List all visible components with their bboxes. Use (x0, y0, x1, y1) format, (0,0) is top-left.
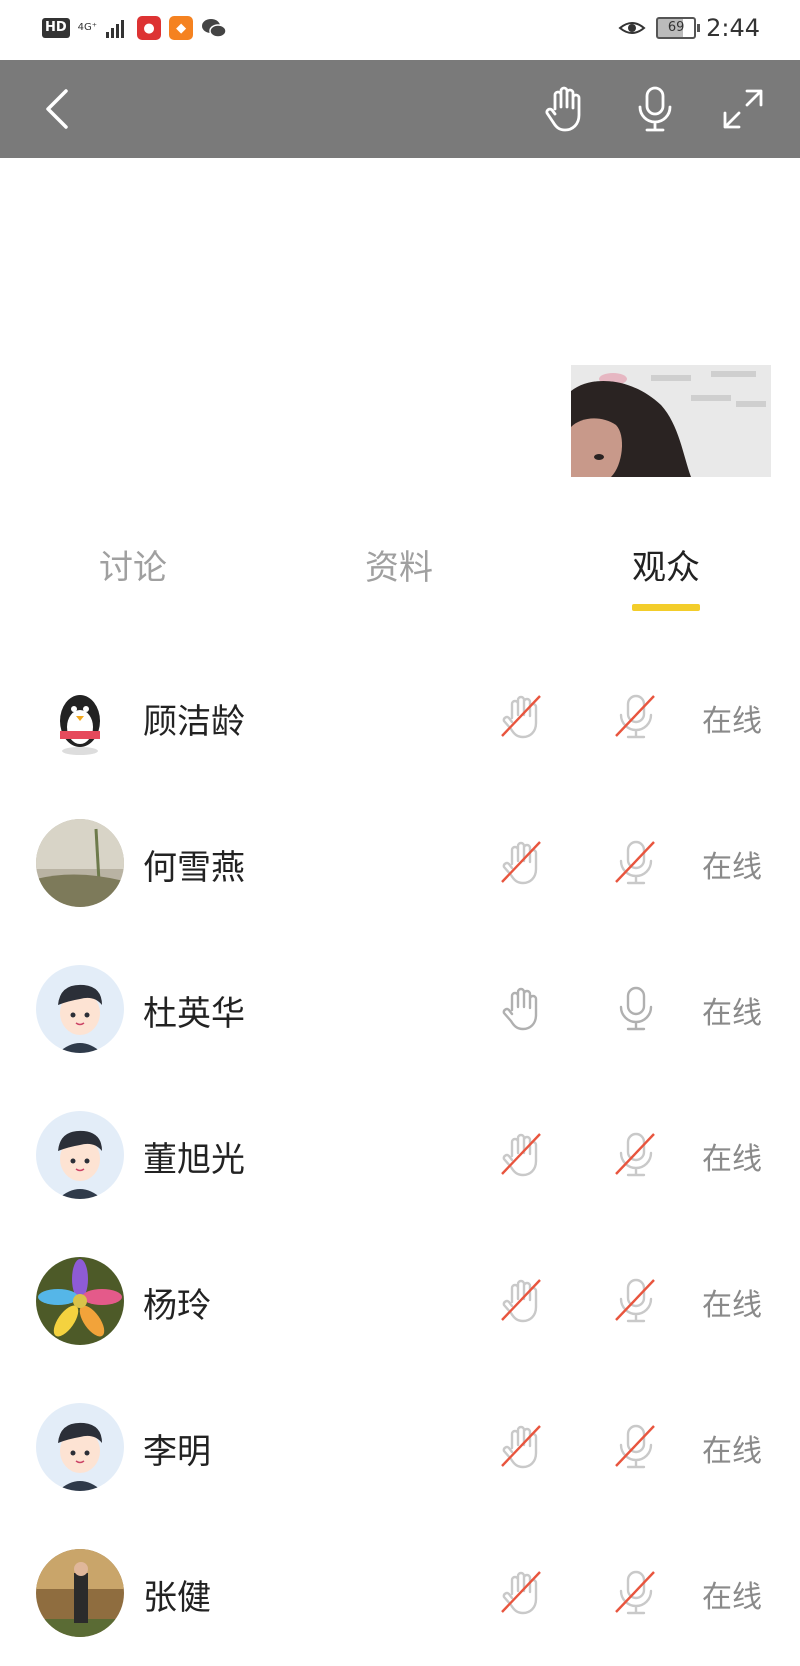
mic-disabled-icon[interactable] (614, 838, 658, 886)
mic-disabled-icon[interactable] (614, 1568, 658, 1616)
online-status: 在线 (702, 1580, 762, 1615)
fullscreen-button[interactable] (716, 82, 770, 136)
hand-disabled-icon[interactable] (498, 692, 546, 740)
hand-disabled-icon[interactable] (498, 1130, 546, 1178)
photo-avatar (36, 1549, 124, 1637)
tab-discussion[interactable]: 讨论 (63, 540, 203, 589)
microphone-icon[interactable] (614, 984, 658, 1032)
audience-row[interactable]: 董旭光 在线 (0, 1082, 800, 1228)
camera-preview-image (571, 365, 771, 477)
hd-indicator: HD (42, 18, 70, 38)
audience-row[interactable]: 李明 在线 (0, 1374, 800, 1520)
cartoon-boy-avatar (36, 1403, 124, 1491)
raise-hand-button[interactable] (538, 82, 592, 136)
hand-icon[interactable] (498, 984, 546, 1032)
flower-avatar-image (36, 1257, 124, 1345)
cartoon-boy-avatar-image (36, 965, 124, 1053)
mic-disabled-icon[interactable] (614, 1422, 658, 1470)
tab-audience[interactable]: 观众 (596, 540, 736, 589)
audience-name: 何雪燕 (143, 848, 245, 888)
penguin-avatar (36, 673, 124, 761)
status-bar: HD 4G⁺ ● ◆ 69 2:44 (0, 0, 800, 60)
hand-disabled-icon[interactable] (498, 1568, 546, 1616)
live-toolbar (0, 60, 800, 158)
hand-disabled-icon[interactable] (498, 1276, 546, 1324)
back-button[interactable] (30, 82, 84, 136)
photo-avatar-image (36, 1549, 124, 1637)
clock: 2:44 (706, 14, 760, 42)
app-notification-icon: ◆ (169, 16, 194, 40)
online-status: 在线 (702, 1288, 762, 1323)
audience-name: 李明 (143, 1432, 211, 1472)
tab-materials[interactable]: 资料 (329, 540, 469, 589)
online-status: 在线 (702, 996, 762, 1031)
online-status: 在线 (702, 1142, 762, 1177)
audience-name: 杜英华 (143, 994, 245, 1034)
tab-bar: 讨论 资料 观众 (0, 520, 800, 610)
cartoon-boy-avatar-image (36, 1111, 124, 1199)
audience-name: 董旭光 (143, 1140, 245, 1180)
audience-row[interactable]: 何雪燕 在线 (0, 790, 800, 936)
mic-disabled-icon[interactable] (614, 1276, 658, 1324)
mic-disabled-icon[interactable] (614, 692, 658, 740)
audience-name: 顾洁龄 (143, 702, 245, 742)
photo-avatar-image (36, 819, 124, 907)
hand-disabled-icon[interactable] (498, 838, 546, 886)
flower-avatar (36, 1257, 124, 1345)
back-arrow-icon (46, 89, 68, 129)
online-status: 在线 (702, 704, 762, 739)
audience-row[interactable]: 杨玲 在线 (0, 1228, 800, 1374)
battery-indicator: 69 (656, 17, 701, 39)
photo-avatar (36, 819, 124, 907)
online-status: 在线 (702, 850, 762, 885)
audience-row[interactable]: 杜英华 在线 (0, 936, 800, 1082)
audience-row[interactable]: 顾洁龄 在线 (0, 644, 800, 790)
fullscreen-icon (723, 89, 763, 129)
hand-disabled-icon[interactable] (498, 1422, 546, 1470)
hand-icon (545, 86, 581, 132)
cartoon-boy-avatar (36, 1111, 124, 1199)
camera-preview[interactable] (571, 365, 771, 477)
online-status: 在线 (702, 1434, 762, 1469)
microphone-button[interactable] (628, 82, 682, 136)
audience-row[interactable]: 张健 在线 (0, 1520, 800, 1666)
microphone-icon (638, 86, 672, 132)
network-indicator: 4G⁺ (77, 22, 98, 33)
wechat-icon (202, 19, 227, 38)
recorder-app-icon: ● (137, 16, 162, 40)
audience-name: 张健 (143, 1578, 211, 1618)
signal-icon (106, 20, 125, 38)
audience-name: 杨玲 (143, 1286, 211, 1326)
eye-comfort-icon (618, 22, 646, 34)
cartoon-boy-avatar-image (36, 1403, 124, 1491)
cartoon-boy-avatar (36, 965, 124, 1053)
penguin-avatar-image (36, 673, 124, 761)
mic-disabled-icon[interactable] (614, 1130, 658, 1178)
active-tab-indicator (632, 604, 700, 611)
